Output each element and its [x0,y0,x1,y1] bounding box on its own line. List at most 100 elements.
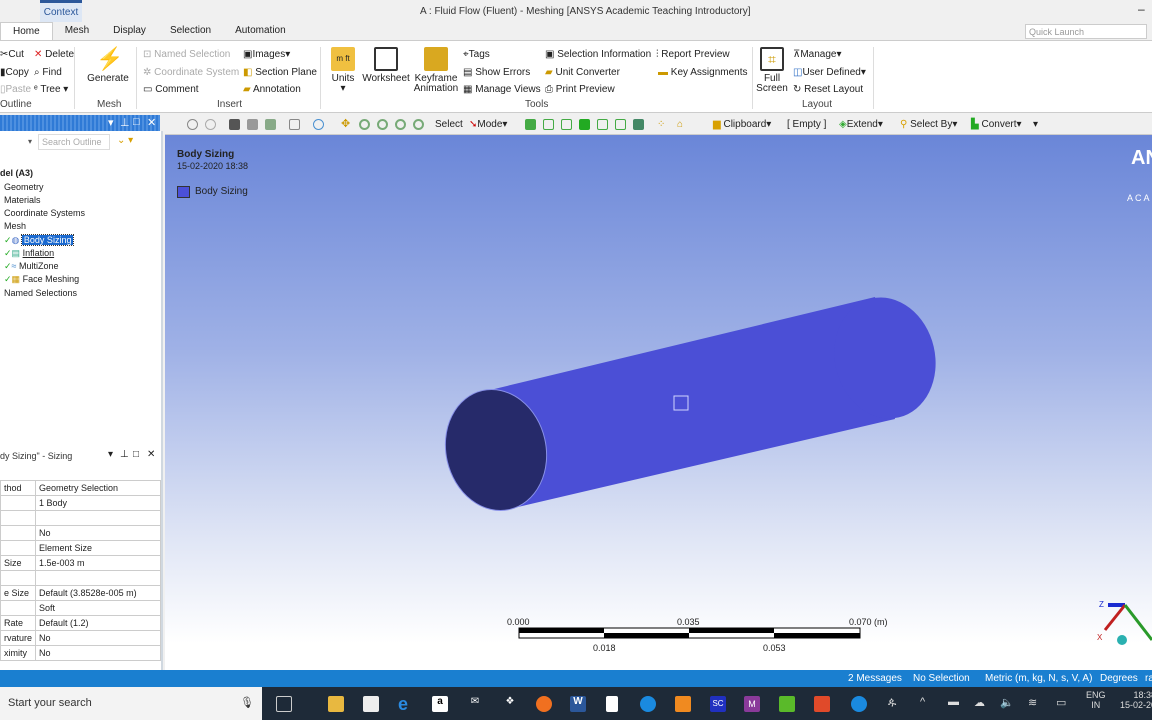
tree-item-named-selections[interactable]: Named Selections [4,288,77,298]
dropbox-icon[interactable]: ❖ [502,696,518,712]
tab-automation[interactable]: Automation [223,22,298,40]
tab-home[interactable]: Home [0,22,53,40]
tree-item-mesh[interactable]: Mesh [4,221,26,231]
details-value[interactable]: No [35,525,161,541]
print-preview-button[interactable]: ⎙ Print Preview [545,84,615,95]
language-indicator[interactable]: ENG IN [1086,690,1106,710]
section-plane-button[interactable]: ◧ Section Plane [243,67,317,78]
tags-button[interactable]: ⌖Tags [463,49,490,60]
show-errors-button[interactable]: ▤ Show Errors [463,67,530,78]
store-icon[interactable] [363,696,379,712]
images-button[interactable]: ▣Images▾ [243,49,290,60]
quick-launch-input[interactable]: Quick Launch [1025,24,1147,39]
context-tab[interactable]: Context [40,0,82,22]
select-vertex-icon[interactable] [525,119,536,130]
pin-icon[interactable]: ⊥ [120,116,130,129]
details-value[interactable]: Soft [35,600,161,616]
document-icon[interactable] [606,696,618,712]
edge-icon[interactable]: e [398,695,414,713]
angle-units-status[interactable]: Degrees [1100,673,1138,684]
amazon-icon[interactable]: a [432,696,448,712]
tree-item-model[interactable]: del (A3) [0,168,33,178]
copy-button[interactable]: ▮Copy [0,67,29,78]
close-icon[interactable]: ✕ [147,116,156,129]
tree-item-face-meshing[interactable]: ✓▦ Face Meshing [4,274,79,285]
worksheet-button[interactable]: Worksheet [360,47,412,84]
wireframe-icon[interactable] [247,119,258,130]
camtasia-red-icon[interactable] [814,696,830,712]
microphone-icon[interactable]: 🎙 [240,696,254,709]
filter-dropdown-icon[interactable]: ▾ [28,137,32,146]
select-mesh-icon[interactable] [633,119,644,130]
dropdown-icon[interactable]: ▾ [108,449,113,460]
minimize-button[interactable]: – [1138,2,1145,16]
display-options-icon[interactable] [265,119,276,130]
key-assignments-button[interactable]: ▬ Key Assignments [658,67,748,78]
select-by-dropdown[interactable]: ⚲ Select By▾ [900,119,957,130]
select-face-icon[interactable] [561,119,572,130]
messages-status[interactable]: 2 Messages [848,673,902,684]
details-value[interactable]: No [35,630,161,646]
mode-dropdown[interactable]: ➘Mode▾ [469,119,507,130]
details-value[interactable]: Default (1.2) [35,615,161,631]
convert-dropdown[interactable]: ▙ Convert▾ [971,119,1022,130]
coordinate-icon[interactable]: ⁘ [657,119,668,130]
sc-icon[interactable]: SC [710,696,726,712]
tree-item-materials[interactable]: Materials [4,195,41,205]
pan-icon[interactable]: ✥ [341,119,352,130]
zoom-out-icon[interactable] [205,119,216,130]
maximize-icon[interactable]: □ [133,116,140,128]
details-value[interactable] [35,570,161,586]
firefox-icon[interactable] [536,696,552,712]
details-value[interactable] [35,510,161,526]
rotate-icon[interactable] [313,119,324,130]
comment-button[interactable]: ▭ Comment [143,84,199,95]
named-selection-button[interactable]: ⊡ Named Selection [143,49,230,60]
teamviewer-icon[interactable] [640,696,656,712]
details-value[interactable]: 1.5e-003 m [35,555,161,571]
paste-button[interactable]: ▯Paste [0,84,31,95]
volume-icon[interactable]: 🔈 [1000,696,1014,709]
clipboard-dropdown[interactable]: ▆ Clipboard▾ [713,119,771,130]
details-value[interactable]: 1 Body [35,495,161,511]
word-icon[interactable]: W [570,696,586,712]
select-button[interactable]: Select [435,119,463,130]
find-button[interactable]: ⌕ Find [34,67,62,78]
extend-dropdown[interactable]: ◈Extend▾ [839,119,883,130]
tree-item-body-sizing[interactable]: ✓◍ Body Sizing [4,234,75,246]
ansys-meshing-icon[interactable]: M [744,696,760,712]
tree-item-multizone[interactable]: ✓≈ MultiZone [4,261,59,272]
zoom-icon[interactable] [359,119,370,130]
mail-icon[interactable]: ✉ [467,696,483,712]
pin-icon[interactable]: ⊥ [120,449,129,460]
details-value[interactable]: Geometry Selection [35,480,161,496]
battery-icon[interactable]: ▬ [948,696,959,708]
keyframe-animation-button[interactable]: Keyframe Animation [412,47,460,94]
label-icon[interactable]: ⌂ [677,119,688,130]
tab-display[interactable]: Display [101,22,158,40]
generate-button[interactable]: ⚡ Generate [86,47,130,84]
maximize-icon[interactable]: □ [133,449,139,460]
report-preview-button[interactable]: ⫶ Report Preview [656,49,730,60]
select-body-icon[interactable] [579,119,590,130]
task-view-icon[interactable] [276,696,292,712]
tab-mesh[interactable]: Mesh [53,22,101,40]
clock[interactable]: 18:3815-02-20 [1116,690,1152,710]
zoom-box-icon[interactable] [377,119,388,130]
reset-layout-button[interactable]: ↻ Reset Layout [793,84,863,95]
pdf-icon[interactable] [675,696,691,712]
zoom-fit-icon[interactable] [395,119,406,130]
people-icon[interactable]: ዹ [888,696,896,709]
search-options-icon[interactable]: ⌄ ▾ [117,135,133,146]
units-status[interactable]: Metric (m, kg, N, s, V, A) [985,673,1092,684]
coordinate-system-button[interactable]: ✲ Coordinate System [143,67,239,78]
details-value[interactable]: No [35,645,161,661]
details-value[interactable]: Default (3.8528e-005 m) [35,585,161,601]
delete-button[interactable]: ✕ Delete [34,49,74,60]
cloud-icon[interactable]: ☁ [974,696,985,709]
zoom-in-icon[interactable] [187,119,198,130]
user-defined-button[interactable]: ◫User Defined▾ [793,67,866,78]
wifi-icon[interactable]: ≋ [1028,696,1037,709]
camtasia-green-icon[interactable] [779,696,795,712]
tree-item-geometry[interactable]: Geometry [4,182,44,192]
